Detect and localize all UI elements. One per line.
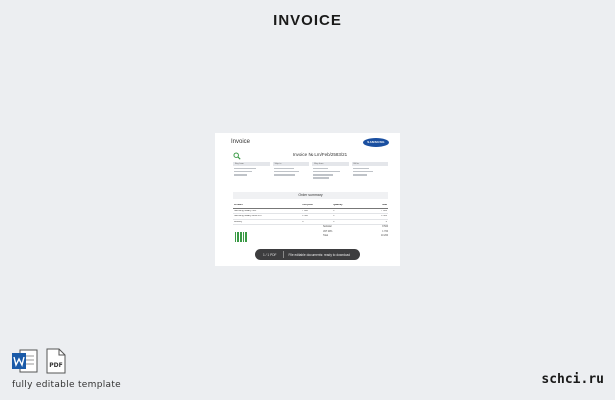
cell: 7 000 — [381, 209, 387, 212]
cell: 1 — [333, 221, 335, 224]
invoice-preview[interactable]: Invoice SAMSUNG Invoice № Lm/Feb/2583/21… — [215, 133, 400, 266]
party-column: Bill to — [351, 162, 388, 188]
col-unit-price: Unit price — [302, 204, 313, 207]
col-total: Total — [381, 204, 387, 207]
word-icon — [12, 349, 38, 373]
totals-label: Total — [323, 235, 328, 238]
download-bar[interactable]: 1 / 1 PDF File editable documents: ready… — [255, 249, 360, 260]
cell: 1 — [333, 209, 335, 212]
totals-row: Total 10 200 — [323, 234, 388, 239]
party-column: Buy from — [233, 162, 270, 188]
zoom-icon[interactable] — [233, 152, 241, 160]
cell: 1 500 — [381, 215, 387, 218]
download-link[interactable]: File editable documents: ready to downlo… — [284, 253, 351, 257]
document-label: Invoice — [231, 139, 251, 145]
party-heading: Bill to — [351, 162, 388, 166]
party-heading: Ship to — [272, 162, 309, 166]
pdf-icon: PDF — [46, 348, 66, 374]
pdf-label: PDF — [49, 362, 62, 369]
cell: Samsung Galaxy S21 — [234, 209, 257, 212]
page-title: INVOICE — [273, 12, 342, 29]
invoice-number: Invoice № Lm/Feb/2583/21 — [292, 152, 348, 157]
cell: Delivery — [234, 221, 243, 224]
totals-label: Subtotal — [323, 226, 332, 229]
cell: Samsung Galaxy Buds Pro — [234, 215, 262, 218]
totals-label: VAT 20% — [323, 230, 333, 233]
party-heading: Ship from — [312, 162, 349, 166]
party-column: Ship to — [272, 162, 309, 188]
page-counter: 1 / 1 PDF — [263, 252, 277, 257]
totals-value: 8 500 — [382, 226, 388, 229]
totals-block: Subtotal 8 500 VAT 20% 1 700 Total 10 200 — [323, 225, 388, 239]
totals-value: 10 200 — [380, 235, 388, 238]
format-icons: PDF — [11, 348, 67, 374]
party-column: Ship from — [312, 162, 349, 188]
cell: 1 — [333, 215, 335, 218]
cell: 0 — [385, 221, 387, 224]
totals-value: 1 700 — [382, 230, 388, 233]
barcode-icon — [235, 232, 247, 242]
footer-note: fully editable template — [12, 380, 121, 390]
cell: 7 000 — [302, 209, 308, 212]
party-heading: Buy from — [233, 162, 270, 166]
summary-heading: Order summary — [233, 192, 388, 199]
order-table: Product Unit price Quantity Total Samsun… — [233, 203, 388, 226]
cell: 1 500 — [302, 215, 308, 218]
cell: 0 — [302, 221, 304, 224]
site-link[interactable]: schci.ru — [541, 372, 604, 387]
brand-logo: SAMSUNG — [363, 138, 389, 147]
col-product: Product — [234, 204, 243, 207]
parties-block: Buy from Ship to Ship from Bill to — [233, 162, 388, 188]
col-quantity: Quantity — [333, 204, 343, 207]
